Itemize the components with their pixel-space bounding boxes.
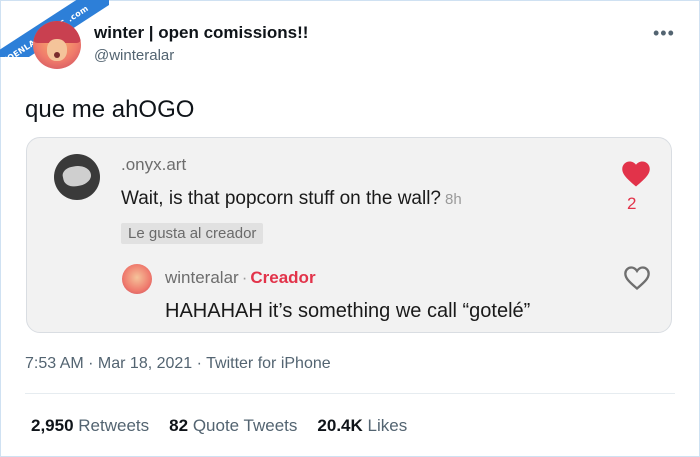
tweet-stats: 2,950 Retweets 82 Quote Tweets 20.4K Likes xyxy=(31,416,407,436)
retweets-label: Retweets xyxy=(78,416,150,435)
retweets-stat[interactable]: 2,950 Retweets xyxy=(31,416,149,435)
comment-text: Wait, is that popcorn stuff on the wall?… xyxy=(121,188,462,210)
commenter-avatar xyxy=(54,154,100,200)
reply-avatar xyxy=(122,264,152,294)
divider xyxy=(25,393,675,394)
likes-count: 20.4K xyxy=(317,416,363,435)
author-name[interactable]: winter | open comissions!! xyxy=(94,23,308,43)
author-avatar[interactable] xyxy=(33,21,81,69)
reply-text: HAHAHAH it’s something we call “gotelé” xyxy=(165,300,531,322)
creator-label: Creador xyxy=(250,268,316,287)
liked-by-creator-badge: Le gusta al creador xyxy=(121,223,264,244)
heart-outline-icon xyxy=(624,266,650,291)
heart-filled-icon xyxy=(622,161,650,187)
tweet-metadata: 7:53 AM · Mar 18, 2021 · Twitter for iPh… xyxy=(25,355,331,372)
comment-time: 8h xyxy=(445,191,462,208)
quote-tweets-stat[interactable]: 82 Quote Tweets xyxy=(169,416,297,435)
embedded-image-card[interactable]: .onyx.art Wait, is that popcorn stuff on… xyxy=(26,137,672,333)
reply-username: winteralar xyxy=(165,268,239,287)
quote-tweets-label: Quote Tweets xyxy=(192,416,298,435)
comment-body: Wait, is that popcorn stuff on the wall? xyxy=(121,188,442,209)
retweets-count: 2,950 xyxy=(31,416,74,435)
quote-tweets-count: 82 xyxy=(169,416,189,435)
more-icon[interactable]: ••• xyxy=(653,23,675,44)
author-handle[interactable]: @winteralar xyxy=(94,47,174,64)
likes-stat[interactable]: 20.4K Likes xyxy=(317,416,407,435)
commenter-username: .onyx.art xyxy=(121,155,187,174)
reply-header: winteralar · Creador xyxy=(165,268,316,288)
tweet-text: que me ahOGO xyxy=(25,96,195,123)
likes-label: Likes xyxy=(367,416,408,435)
tweet-frame: VISTOENLASREDES .com winter | open comis… xyxy=(0,0,700,457)
comment-like-count: 2 xyxy=(627,194,637,213)
reply-separator: · xyxy=(241,268,248,287)
